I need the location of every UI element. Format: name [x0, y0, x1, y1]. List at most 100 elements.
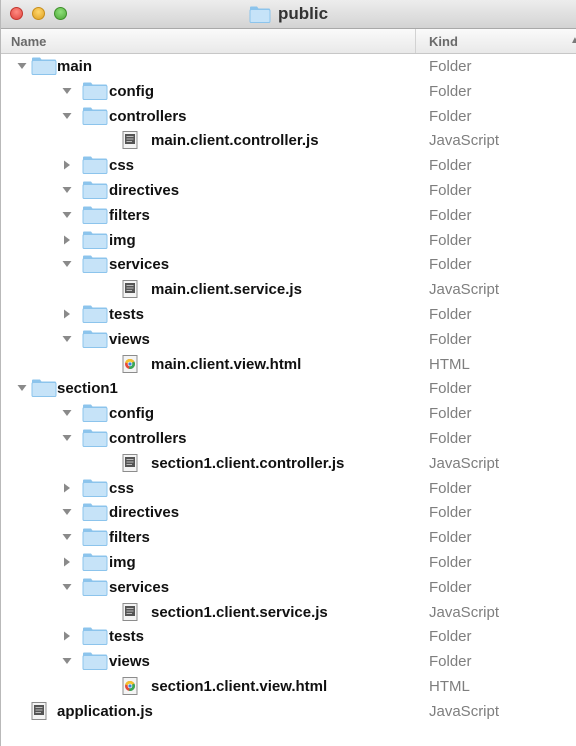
- folder-row[interactable]: config Folder: [1, 79, 576, 104]
- disclosure-expanded-icon[interactable]: [61, 257, 73, 271]
- folder-icon: [82, 429, 108, 452]
- js-file-icon: [31, 701, 47, 725]
- folder-row[interactable]: img Folder: [1, 228, 576, 253]
- folder-icon: [31, 379, 57, 402]
- chrome-html-file-icon: [122, 354, 138, 378]
- item-kind: JavaScript: [429, 281, 500, 299]
- item-kind: Folder: [429, 628, 472, 646]
- disclosure-collapsed-icon[interactable]: [61, 158, 73, 172]
- folder-row[interactable]: controllers Folder: [1, 426, 576, 451]
- column-header: Name Kind ▲: [1, 29, 576, 54]
- item-kind: Folder: [429, 58, 472, 75]
- window-title-area: public: [1, 0, 576, 28]
- folder-row[interactable]: tests Folder: [1, 624, 576, 649]
- folder-row[interactable]: filters Folder: [1, 525, 576, 550]
- folder-row[interactable]: services Folder: [1, 575, 576, 600]
- item-name: config: [109, 82, 154, 100]
- column-divider[interactable]: [415, 29, 416, 53]
- item-name: directives: [109, 181, 180, 199]
- disclosure-collapsed-icon[interactable]: [61, 233, 73, 247]
- file-row[interactable]: section1.client.view.html HTML: [1, 674, 576, 699]
- folder-row[interactable]: views Folder: [1, 649, 576, 674]
- folder-icon: [82, 305, 108, 328]
- folder-row[interactable]: directives Folder: [1, 178, 576, 203]
- folder-row[interactable]: css Folder: [1, 476, 576, 501]
- disclosure-collapsed-icon[interactable]: [61, 629, 73, 643]
- item-kind: Folder: [429, 653, 472, 671]
- disclosure-expanded-icon[interactable]: [61, 406, 73, 420]
- folder-icon: [82, 330, 108, 353]
- kind-column-header[interactable]: Kind: [429, 34, 458, 49]
- folder-row[interactable]: directives Folder: [1, 500, 576, 525]
- disclosure-expanded-icon[interactable]: [61, 580, 73, 594]
- item-kind: Folder: [429, 107, 472, 125]
- file-row[interactable]: main.client.view.html HTML: [1, 352, 576, 377]
- disclosure-collapsed-icon[interactable]: [61, 555, 73, 569]
- item-kind: Folder: [429, 578, 472, 596]
- js-file-icon: [122, 453, 138, 477]
- item-name: main.client.view.html: [151, 355, 302, 373]
- item-kind: Folder: [429, 82, 472, 100]
- disclosure-collapsed-icon[interactable]: [61, 307, 73, 321]
- item-kind: Folder: [429, 256, 472, 274]
- folder-icon: [31, 57, 57, 80]
- disclosure-expanded-icon[interactable]: [61, 208, 73, 222]
- file-row[interactable]: application.js JavaScript: [1, 699, 576, 724]
- item-name: filters: [109, 206, 150, 224]
- disclosure-expanded-icon[interactable]: [61, 654, 73, 668]
- chrome-html-file-icon: [122, 676, 138, 700]
- js-file-icon: [122, 602, 138, 626]
- folder-icon: [82, 578, 108, 601]
- folder-icon: [82, 652, 108, 675]
- disclosure-expanded-icon[interactable]: [61, 431, 73, 445]
- disclosure-expanded-icon[interactable]: [61, 109, 73, 123]
- item-name: views: [109, 330, 150, 348]
- item-kind: Folder: [429, 305, 472, 323]
- item-name: main.client.service.js: [151, 281, 302, 299]
- folder-row[interactable]: tests Folder: [1, 302, 576, 327]
- sort-indicator-icon: ▲: [570, 35, 576, 46]
- disclosure-expanded-icon[interactable]: [16, 381, 28, 395]
- folder-icon: [82, 404, 108, 427]
- file-row[interactable]: main.client.controller.js JavaScript: [1, 128, 576, 153]
- item-kind: JavaScript: [429, 132, 500, 150]
- item-name: main.client.controller.js: [151, 132, 319, 150]
- folder-icon: [82, 528, 108, 551]
- folder-row[interactable]: config Folder: [1, 401, 576, 426]
- folder-row[interactable]: img Folder: [1, 550, 576, 575]
- disclosure-expanded-icon[interactable]: [61, 505, 73, 519]
- disclosure-expanded-icon[interactable]: [61, 183, 73, 197]
- item-name: config: [109, 405, 154, 423]
- item-name: tests: [109, 628, 145, 646]
- item-name: main: [57, 58, 93, 75]
- folder-row[interactable]: services Folder: [1, 252, 576, 277]
- folder-row[interactable]: main Folder: [1, 54, 576, 79]
- js-file-icon: [122, 131, 138, 154]
- title-bar: public: [1, 0, 576, 29]
- file-row[interactable]: section1.client.service.js JavaScript: [1, 600, 576, 625]
- disclosure-expanded-icon[interactable]: [61, 332, 73, 346]
- item-name: directives: [109, 504, 180, 522]
- folder-icon: [82, 82, 108, 105]
- item-kind: JavaScript: [429, 603, 500, 621]
- folder-row[interactable]: section1 Folder: [1, 376, 576, 401]
- folder-row[interactable]: filters Folder: [1, 203, 576, 228]
- item-kind: Folder: [429, 380, 472, 398]
- item-kind: Folder: [429, 405, 472, 423]
- folder-row[interactable]: controllers Folder: [1, 104, 576, 129]
- disclosure-expanded-icon[interactable]: [61, 84, 73, 98]
- disclosure-collapsed-icon[interactable]: [61, 481, 73, 495]
- file-row[interactable]: main.client.service.js JavaScript: [1, 277, 576, 302]
- folder-row[interactable]: css Folder: [1, 153, 576, 178]
- folder-icon: [82, 255, 108, 278]
- js-file-icon: [122, 280, 138, 303]
- item-kind: JavaScript: [429, 702, 500, 720]
- folder-row[interactable]: views Folder: [1, 327, 576, 352]
- file-row[interactable]: section1.client.controller.js JavaScript: [1, 451, 576, 476]
- folder-icon: [82, 479, 108, 502]
- item-name: controllers: [109, 107, 187, 125]
- disclosure-expanded-icon[interactable]: [16, 59, 28, 73]
- item-name: section1.client.controller.js: [151, 454, 345, 472]
- disclosure-expanded-icon[interactable]: [61, 530, 73, 544]
- name-column-header[interactable]: Name: [11, 34, 46, 49]
